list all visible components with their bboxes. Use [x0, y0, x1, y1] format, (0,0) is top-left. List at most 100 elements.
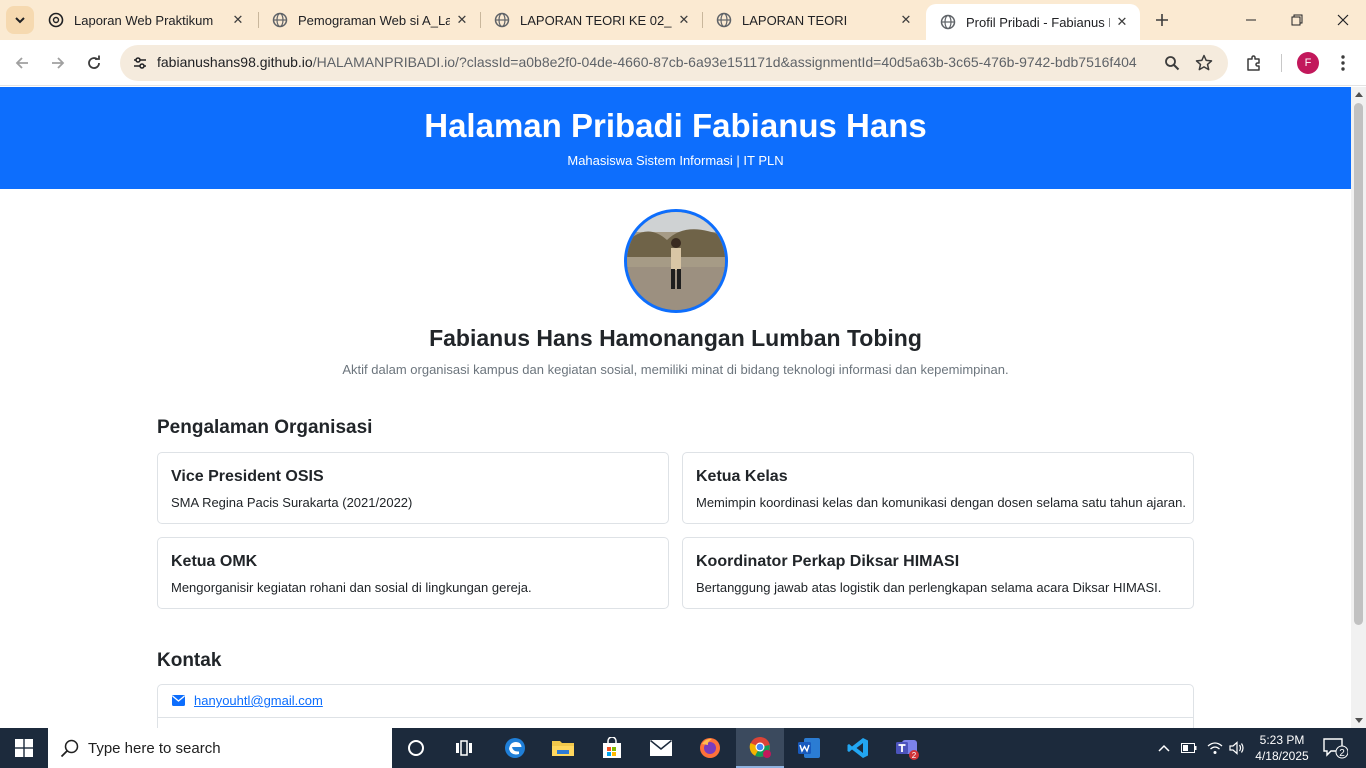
taskbar-edge[interactable]: [491, 728, 539, 768]
browser-menu-button[interactable]: [1331, 51, 1355, 75]
org-card-desc: Mengorganisir kegiatan rohani dan sosial…: [171, 580, 532, 595]
site-settings-icon[interactable]: [128, 51, 152, 75]
restore-button[interactable]: [1274, 0, 1320, 40]
notification-count: 2: [1339, 748, 1345, 759]
wifi-icon: [1207, 742, 1223, 754]
org-card: Vice President OSIS SMA Regina Pacis Sur…: [157, 452, 669, 524]
star-icon: [1195, 54, 1213, 71]
globe-icon: [272, 12, 288, 28]
taskbar-search-box[interactable]: Type here to search: [48, 728, 392, 768]
wifi-button[interactable]: [1204, 728, 1226, 768]
profile-photo: [624, 209, 728, 313]
tab-title: LAPORAN TEORI: [742, 12, 848, 28]
tab-pemograman-web[interactable]: Pemograman Web si A_Laporan ✕: [258, 0, 480, 40]
close-tab-icon[interactable]: ✕: [894, 8, 918, 32]
taskbar-word[interactable]: [785, 728, 833, 768]
scroll-up-arrow-icon[interactable]: [1351, 87, 1366, 101]
taskbar-file-explorer[interactable]: [539, 728, 587, 768]
hero-header: Halaman Pribadi Fabianus Hans Mahasiswa …: [0, 87, 1351, 189]
teams-icon: 2: [896, 740, 919, 760]
reload-icon: [88, 55, 100, 69]
org-card-title: Ketua Kelas: [696, 468, 788, 485]
extensions-button[interactable]: [1242, 51, 1266, 75]
tab-title: LAPORAN TEORI KE 02_2023: [520, 12, 672, 28]
envelope-icon: [172, 695, 185, 706]
action-center-button[interactable]: 2: [1322, 736, 1349, 760]
tab-search-button[interactable]: [6, 6, 34, 34]
clock-time: 5:23 PM: [1259, 733, 1305, 747]
taskbar-teams[interactable]: 2: [883, 728, 931, 768]
profile-avatar-button[interactable]: F: [1297, 52, 1319, 74]
cortana-button[interactable]: [392, 728, 440, 768]
search-icon: [60, 739, 79, 758]
url-text[interactable]: fabianushans98.github.io/HALAMANPRIBADI.…: [157, 54, 1137, 70]
org-card: Ketua OMK Mengorganisir kegiatan rohani …: [157, 537, 669, 609]
close-tab-icon[interactable]: ✕: [450, 8, 474, 32]
close-icon: [1337, 14, 1349, 26]
cortana-ring-icon: [408, 740, 424, 756]
close-tab-icon[interactable]: ✕: [226, 8, 250, 32]
tab-profil-pribadi[interactable]: Profil Pribadi - Fabianus Hans ✕: [926, 4, 1140, 40]
bookmark-button[interactable]: [1192, 51, 1216, 75]
back-button[interactable]: [6, 47, 38, 79]
start-button[interactable]: [0, 728, 48, 768]
minimize-button[interactable]: [1228, 0, 1274, 40]
page-viewport: Halaman Pribadi Fabianus Hans Mahasiswa …: [0, 87, 1351, 728]
org-card-title: Vice President OSIS: [171, 468, 324, 485]
section-title-kontak: Kontak: [157, 650, 222, 671]
browser-tabstrip: Laporan Web Praktikum ✕ Pemograman Web s…: [0, 0, 1366, 40]
taskbar-mail[interactable]: [637, 728, 685, 768]
zoom-button[interactable]: [1160, 51, 1184, 75]
org-card-desc: Memimpin koordinasi kelas dan komunikasi…: [696, 495, 1186, 510]
new-tab-button[interactable]: [1148, 6, 1176, 34]
taskbar-search-placeholder: Type here to search: [88, 740, 221, 757]
tab-title: Laporan Web Praktikum: [74, 12, 214, 28]
magnifier-icon: [1165, 56, 1180, 71]
tab-laporan-web-praktikum[interactable]: Laporan Web Praktikum ✕: [34, 0, 256, 40]
profile-name: Fabianus Hans Hamonangan Lumban Tobing: [429, 325, 922, 351]
profile-bio: Aktif dalam organisasi kampus dan kegiat…: [342, 362, 1009, 377]
section-title-organisasi: Pengalaman Organisasi: [157, 417, 373, 438]
arrow-left-icon: [15, 57, 28, 69]
globe-icon: [940, 14, 956, 30]
taskbar-microsoft-store[interactable]: [588, 728, 636, 768]
tab-laporan-teori-ke-02[interactable]: LAPORAN TEORI KE 02_2023 ✕: [480, 0, 702, 40]
windows-logo-icon: [15, 739, 33, 757]
org-card: Koordinator Perkap Diksar HIMASI Bertang…: [682, 537, 1194, 609]
teams-badge-count: 2: [912, 751, 917, 760]
battery-button[interactable]: [1178, 728, 1200, 768]
task-view-button[interactable]: [440, 728, 488, 768]
kebab-menu-icon: [1341, 55, 1345, 71]
plus-icon: [1156, 14, 1168, 26]
task-view-icon: [456, 740, 472, 756]
hero-subtitle: Mahasiswa Sistem Informasi | IT PLN: [567, 153, 784, 168]
url-host: fabianushans98.github.io: [157, 54, 313, 70]
windows-taskbar: Type here to search 2 5:23 PM 4/18/2025 …: [0, 728, 1366, 768]
taskbar-clock[interactable]: 5:23 PM 4/18/2025: [1240, 732, 1324, 764]
chevron-up-icon: [1158, 744, 1170, 752]
folder-icon: [552, 741, 574, 756]
browser-toolbar: fabianushans98.github.io/HALAMANPRIBADI.…: [0, 40, 1366, 86]
close-window-button[interactable]: [1320, 0, 1366, 40]
taskbar-vscode[interactable]: [834, 728, 882, 768]
scroll-down-arrow-icon[interactable]: [1351, 714, 1366, 728]
show-hidden-icons-button[interactable]: [1154, 728, 1174, 768]
forward-button[interactable]: [42, 47, 74, 79]
hero-title: Halaman Pribadi Fabianus Hans: [424, 107, 927, 144]
page-scrollbar[interactable]: [1351, 87, 1366, 728]
restore-icon: [1291, 14, 1303, 26]
scroll-thumb[interactable]: [1354, 103, 1363, 625]
taskbar-chrome[interactable]: [736, 728, 784, 768]
store-bag-icon: [603, 737, 621, 758]
org-card-title: Koordinator Perkap Diksar HIMASI: [696, 553, 960, 570]
org-card: Ketua Kelas Memimpin koordinasi kelas da…: [682, 452, 1194, 524]
email-link[interactable]: hanyouhtl@gmail.com: [194, 693, 323, 708]
tab-laporan-teori[interactable]: LAPORAN TEORI ✕: [702, 0, 924, 40]
address-bar[interactable]: fabianushans98.github.io/HALAMANPRIBADI.…: [120, 45, 1228, 81]
reload-button[interactable]: [78, 47, 110, 79]
word-icon: [798, 738, 820, 758]
close-tab-icon[interactable]: ✕: [672, 8, 696, 32]
close-tab-icon[interactable]: ✕: [1110, 10, 1134, 34]
taskbar-firefox[interactable]: [686, 728, 734, 768]
tab-title: Profil Pribadi - Fabianus Hans: [966, 14, 1110, 30]
